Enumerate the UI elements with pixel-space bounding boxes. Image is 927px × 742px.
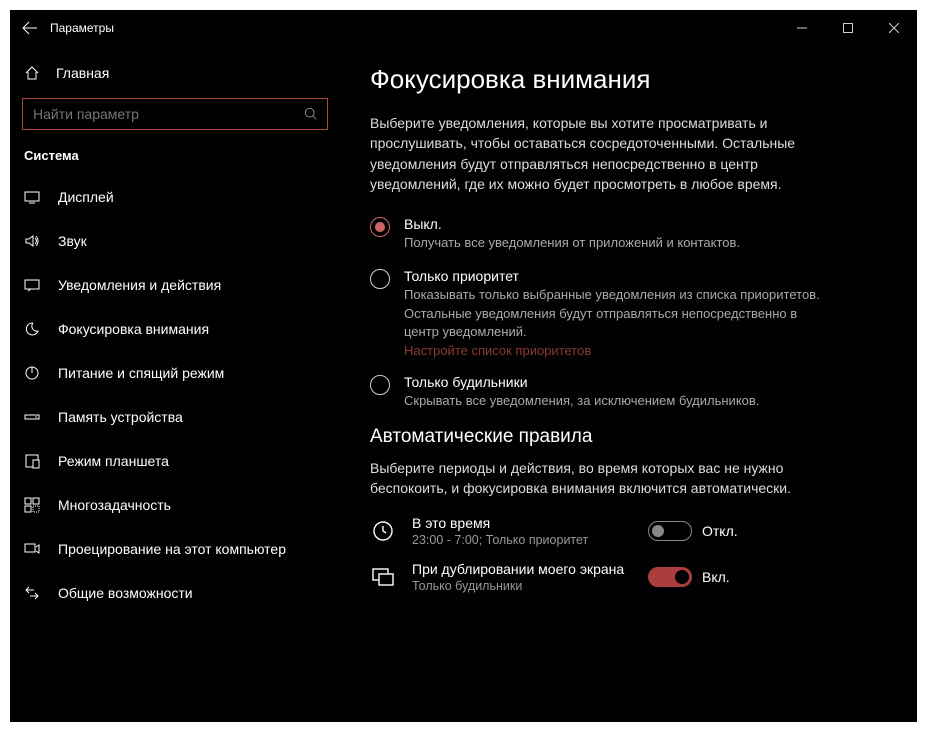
radio-off-title: Выкл.: [404, 216, 740, 232]
back-button[interactable]: [10, 12, 50, 44]
radio-priority-sub: Показывать только выбранные уведомления …: [404, 286, 834, 341]
sidebar-item-label: Память устройства: [58, 409, 183, 425]
sound-icon: [22, 233, 42, 249]
category-label: Система: [10, 136, 340, 175]
sidebar-item-label: Фокусировка внимания: [58, 321, 209, 337]
sidebar-item-label: Звук: [58, 233, 87, 249]
radio-alarms-title: Только будильники: [404, 374, 759, 390]
sidebar: Главная Система Дисплей: [10, 46, 340, 722]
main-content: Фокусировка внимания Выберите уведомлени…: [340, 46, 917, 722]
rule-duplicate-title: При дублировании моего экрана: [412, 561, 632, 577]
rule-time-sub: 23:00 - 7:00; Только приоритет: [412, 533, 632, 547]
close-icon: [889, 23, 899, 33]
radio-alarms-circle[interactable]: [370, 375, 390, 395]
window-title: Параметры: [50, 21, 114, 35]
customize-priority-link[interactable]: Настройте список приоритетов: [404, 343, 834, 358]
search-input[interactable]: [22, 98, 328, 130]
duplicate-display-icon: [370, 566, 396, 588]
notifications-icon: [22, 277, 42, 293]
sidebar-item-sound[interactable]: Звук: [10, 219, 340, 263]
sidebar-item-label: Многозадачность: [58, 497, 171, 513]
sidebar-item-label: Уведомления и действия: [58, 277, 221, 293]
display-icon: [22, 189, 42, 205]
moon-icon: [22, 321, 42, 337]
radio-off-sub: Получать все уведомления от приложений и…: [404, 234, 740, 252]
content-area: Главная Система Дисплей: [10, 46, 917, 722]
radio-priority-title: Только приоритет: [404, 268, 834, 284]
sidebar-item-tablet[interactable]: Режим планшета: [10, 439, 340, 483]
rule-duplicate-display[interactable]: При дублировании моего экрана Только буд…: [370, 561, 887, 593]
rule-duplicate-sub: Только будильники: [412, 579, 632, 593]
maximize-icon: [843, 23, 853, 33]
rule-time-toggle[interactable]: [648, 521, 692, 541]
minimize-button[interactable]: [779, 12, 825, 44]
arrow-left-icon: [22, 20, 38, 36]
minimize-icon: [797, 23, 807, 33]
rule-time-state: Откл.: [702, 523, 738, 539]
clock-icon: [370, 520, 396, 542]
storage-icon: [22, 409, 42, 425]
sidebar-item-projecting[interactable]: Проецирование на этот компьютер: [10, 527, 340, 571]
sidebar-item-label: Дисплей: [58, 189, 114, 205]
radio-priority-circle[interactable]: [370, 269, 390, 289]
auto-rules-title: Автоматические правила: [370, 426, 887, 448]
radio-priority[interactable]: Только приоритет Показывать только выбра…: [370, 268, 887, 358]
auto-rules-description: Выберите периоды и действия, во время ко…: [370, 458, 838, 499]
sidebar-item-multitasking[interactable]: Многозадачность: [10, 483, 340, 527]
sidebar-item-shared[interactable]: Общие возможности: [10, 571, 340, 615]
sidebar-item-label: Общие возможности: [58, 585, 193, 601]
rule-time-title: В это время: [412, 515, 632, 531]
shared-icon: [22, 585, 42, 601]
tablet-icon: [22, 453, 42, 469]
sidebar-item-focus-assist[interactable]: Фокусировка внимания: [10, 307, 340, 351]
sidebar-item-storage[interactable]: Память устройства: [10, 395, 340, 439]
settings-window: Параметры Главная: [10, 10, 917, 722]
radio-off[interactable]: Выкл. Получать все уведомления от прилож…: [370, 216, 887, 252]
maximize-button[interactable]: [825, 12, 871, 44]
multitasking-icon: [22, 497, 42, 513]
radio-off-circle[interactable]: [370, 217, 390, 237]
page-title: Фокусировка внимания: [370, 64, 887, 95]
rule-duplicate-toggle[interactable]: [648, 567, 692, 587]
search-icon: [304, 107, 318, 121]
search-row: [10, 92, 340, 136]
power-icon: [22, 365, 42, 381]
sidebar-item-notifications[interactable]: Уведомления и действия: [10, 263, 340, 307]
page-description: Выберите уведомления, которые вы хотите …: [370, 113, 838, 194]
sidebar-item-label: Режим планшета: [58, 453, 169, 469]
radio-alarms[interactable]: Только будильники Скрывать все уведомлен…: [370, 374, 887, 410]
rule-duplicate-state: Вкл.: [702, 569, 730, 585]
radio-alarms-sub: Скрывать все уведомления, за исключением…: [404, 392, 759, 410]
sidebar-item-display[interactable]: Дисплей: [10, 175, 340, 219]
window-controls: [779, 12, 917, 44]
titlebar: Параметры: [10, 10, 917, 46]
home-icon: [22, 65, 42, 81]
projecting-icon: [22, 541, 42, 557]
home-nav[interactable]: Главная: [10, 54, 340, 92]
sidebar-item-label: Питание и спящий режим: [58, 365, 224, 381]
sidebar-item-label: Проецирование на этот компьютер: [58, 541, 286, 557]
rule-time[interactable]: В это время 23:00 - 7:00; Только приорит…: [370, 515, 887, 547]
close-button[interactable]: [871, 12, 917, 44]
home-label: Главная: [56, 65, 109, 81]
sidebar-item-power[interactable]: Питание и спящий режим: [10, 351, 340, 395]
